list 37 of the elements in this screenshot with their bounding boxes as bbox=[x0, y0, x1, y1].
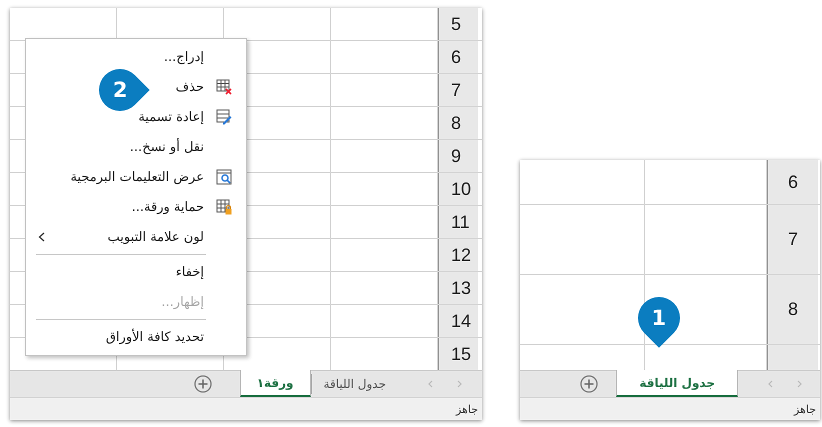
row-header: 7 bbox=[767, 205, 818, 274]
status-text: جاهز bbox=[456, 402, 478, 416]
menu-item[interactable]: نقل أو نسخ... bbox=[130, 135, 232, 159]
row-header: 6 bbox=[767, 160, 818, 204]
window-magnifier-icon bbox=[216, 169, 232, 185]
sheet-tab[interactable]: ورقة١ bbox=[240, 370, 311, 397]
menu-item[interactable]: لون علامة التبويب bbox=[26, 225, 232, 249]
row-header: 6 bbox=[438, 41, 478, 73]
scroll-left-icon[interactable] bbox=[768, 380, 774, 388]
menu-item[interactable]: حماية ورقة... bbox=[132, 195, 232, 219]
row-header: 11 bbox=[438, 206, 478, 238]
row-header: 9 bbox=[438, 140, 478, 172]
row-header: 5 bbox=[438, 8, 478, 40]
add-sheet-icon[interactable] bbox=[194, 375, 212, 393]
table-pencil-icon bbox=[216, 109, 232, 125]
row-header: 14 bbox=[438, 305, 478, 337]
table-delete-icon bbox=[216, 79, 232, 95]
menu-item[interactable]: إدراج... bbox=[164, 45, 232, 69]
scroll-left-icon[interactable] bbox=[428, 380, 434, 388]
add-sheet-icon[interactable] bbox=[580, 375, 598, 393]
row-header: 13 bbox=[438, 272, 478, 304]
row-header: 15 bbox=[438, 338, 478, 370]
row-header: 12 bbox=[438, 239, 478, 271]
status-text: جاهز bbox=[794, 402, 816, 416]
menu-item[interactable]: تحديد كافة الأوراق bbox=[106, 325, 232, 349]
scroll-right-icon[interactable] bbox=[456, 380, 462, 388]
row-header: 10 bbox=[438, 173, 478, 205]
sheet-tab[interactable]: جدول اللياقة bbox=[616, 370, 738, 397]
menu-item[interactable]: إخفاء bbox=[176, 260, 232, 284]
row-header: 8 bbox=[767, 275, 818, 344]
scroll-right-icon[interactable] bbox=[796, 380, 802, 388]
menu-item[interactable]: حذف bbox=[176, 75, 232, 99]
menu-item[interactable]: عرض التعليمات البرمجية bbox=[70, 165, 232, 189]
chevron-icon bbox=[38, 232, 45, 242]
table-lock-icon bbox=[216, 199, 232, 215]
row-header: 8 bbox=[438, 107, 478, 139]
row-header: 7 bbox=[438, 74, 478, 106]
